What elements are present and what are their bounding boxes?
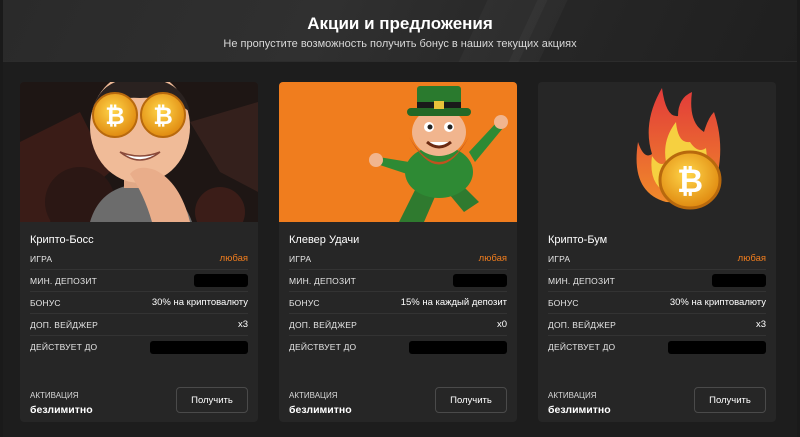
- row-valid-until: ДЕЙСТВУЕТ ДО: [548, 336, 766, 358]
- row-min-deposit: МИН. ДЕПОЗИТ: [289, 270, 507, 292]
- promo-card-crypto-boss: ₿ ₿ Крипто-Босс ИГРА любая МИН. ДЕПОЗИТ …: [20, 82, 258, 422]
- label-bonus: БОНУС: [289, 297, 320, 308]
- value-bonus: 30% на криптовалюту: [669, 297, 766, 308]
- row-game: ИГРА любая: [548, 248, 766, 270]
- row-bonus: БОНУС 30% на криптовалюту: [30, 292, 248, 314]
- value-game: любая: [478, 253, 507, 264]
- value-wager: x3: [237, 319, 248, 330]
- label-valid-until: ДЕЙСТВУЕТ ДО: [30, 342, 98, 352]
- get-bonus-button[interactable]: Получить: [694, 387, 766, 413]
- row-valid-until: ДЕЙСТВУЕТ ДО: [30, 336, 248, 358]
- svg-text:₿: ₿: [153, 102, 173, 130]
- page-subtitle: Не пропустите возможность получить бонус…: [223, 38, 577, 50]
- redacted-value: [453, 274, 507, 287]
- row-wager: ДОП. ВЕЙДЖЕР x0: [289, 314, 507, 336]
- activation-value: безлимитно: [30, 404, 93, 416]
- promo-card-crypto-boom: ₿ Крипто-Бум ИГРА любая МИН. ДЕПОЗИТ БОН…: [538, 82, 776, 422]
- row-min-deposit: МИН. ДЕПОЗИТ: [548, 270, 766, 292]
- label-min-deposit: МИН. ДЕПОЗИТ: [30, 275, 98, 286]
- label-game: ИГРА: [30, 253, 53, 264]
- label-game: ИГРА: [289, 253, 312, 264]
- redacted-value: [194, 274, 248, 287]
- label-min-deposit: МИН. ДЕПОЗИТ: [289, 275, 357, 286]
- label-wager: ДОП. ВЕЙДЖЕР: [289, 319, 357, 330]
- get-bonus-button[interactable]: Получить: [176, 387, 248, 413]
- card-title: Крипто-Бум: [548, 234, 608, 246]
- label-bonus: БОНУС: [30, 297, 61, 308]
- row-wager: ДОП. ВЕЙДЖЕР x3: [30, 314, 248, 336]
- label-game: ИГРА: [548, 253, 571, 264]
- promotions-header: Акции и предложения Не пропустите возмож…: [3, 0, 797, 62]
- label-wager: ДОП. ВЕЙДЖЕР: [548, 319, 616, 330]
- row-min-deposit: МИН. ДЕПОЗИТ: [30, 270, 248, 292]
- svg-text:₿: ₿: [677, 162, 703, 200]
- row-bonus: БОНУС 15% на каждый депозит: [289, 292, 507, 314]
- value-game: любая: [737, 253, 766, 264]
- page-title: Акции и предложения: [307, 14, 493, 33]
- row-game: ИГРА любая: [289, 248, 507, 270]
- flaming-bitcoin-image: ₿: [538, 82, 776, 222]
- redacted-value: [668, 340, 766, 354]
- value-wager: x3: [755, 319, 766, 330]
- get-bonus-button[interactable]: Получить: [435, 387, 507, 413]
- label-wager: ДОП. ВЕЙДЖЕР: [30, 319, 98, 330]
- value-wager: x0: [496, 319, 507, 330]
- card-title: Крипто-Босс: [30, 234, 94, 246]
- activation-label: АКТИВАЦИЯ: [30, 391, 79, 400]
- redacted-value: [150, 340, 248, 354]
- leprechaun-image: [279, 82, 517, 222]
- card-title: Клевер Удачи: [289, 234, 360, 246]
- row-game: ИГРА любая: [30, 248, 248, 270]
- row-bonus: БОНУС 30% на криптовалюту: [548, 292, 766, 314]
- row-valid-until: ДЕЙСТВУЕТ ДО: [289, 336, 507, 358]
- redacted-value: [409, 340, 507, 354]
- redacted-value: [712, 274, 766, 287]
- label-valid-until: ДЕЙСТВУЕТ ДО: [289, 342, 357, 352]
- value-bonus: 15% на каждый депозит: [400, 297, 507, 308]
- promotions-panel: Акции и предложения Не пропустите возмож…: [3, 0, 797, 437]
- value-game: любая: [219, 253, 248, 264]
- activation-value: безлимитно: [289, 404, 352, 416]
- promo-card-clover-luck: Клевер Удачи ИГРА любая МИН. ДЕПОЗИТ БОН…: [279, 82, 517, 422]
- activation-label: АКТИВАЦИЯ: [289, 391, 338, 400]
- value-bonus: 30% на криптовалюту: [151, 297, 248, 308]
- activation-label: АКТИВАЦИЯ: [548, 391, 597, 400]
- label-min-deposit: МИН. ДЕПОЗИТ: [548, 275, 616, 286]
- activation-value: безлимитно: [548, 404, 611, 416]
- svg-text:₿: ₿: [105, 102, 125, 130]
- label-bonus: БОНУС: [548, 297, 579, 308]
- label-valid-until: ДЕЙСТВУЕТ ДО: [548, 342, 616, 352]
- crypto-boss-image: ₿ ₿: [20, 82, 258, 222]
- row-wager: ДОП. ВЕЙДЖЕР x3: [548, 314, 766, 336]
